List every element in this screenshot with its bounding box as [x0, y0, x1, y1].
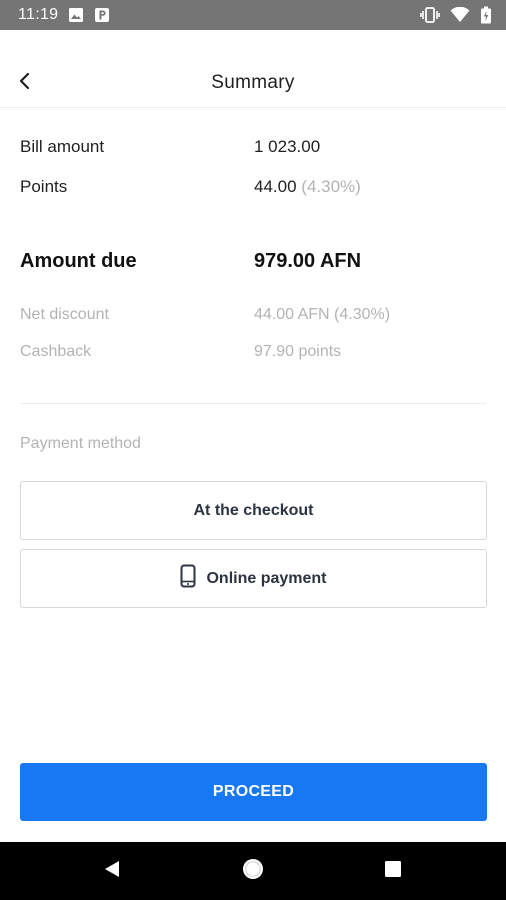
vibrate-icon	[420, 7, 440, 23]
parking-icon	[94, 7, 110, 23]
points-percent: (4.30%)	[301, 177, 361, 196]
amount-due-value: 979.00 AFN	[254, 250, 362, 272]
nav-recents-button[interactable]	[363, 842, 423, 900]
payment-method-label: Payment method	[20, 435, 141, 452]
back-triangle-icon	[102, 859, 122, 884]
status-bar: 11:19	[0, 0, 506, 30]
cashback-value: 97.90 points	[254, 343, 342, 360]
home-circle-icon	[241, 857, 265, 886]
online-payment-button[interactable]: Online payment	[20, 549, 487, 608]
wifi-icon	[450, 7, 470, 23]
page-title: Summary	[211, 72, 295, 93]
points-value-group: 44.00 (4.30%)	[254, 177, 361, 197]
status-left: 11:19	[18, 6, 110, 24]
smartphone-icon	[180, 564, 196, 593]
net-discount-label: Net discount	[20, 306, 109, 323]
status-time: 11:19	[18, 6, 59, 23]
online-payment-label: Online payment	[206, 569, 327, 587]
nav-home-button[interactable]	[223, 842, 283, 900]
cashback-label: Cashback	[20, 343, 92, 360]
nav-back-button[interactable]	[82, 842, 142, 900]
at-checkout-button[interactable]: At the checkout	[20, 481, 487, 540]
app-header: Summary	[0, 30, 506, 108]
recents-square-icon	[384, 860, 402, 883]
points-value: 44.00	[254, 177, 297, 196]
status-right	[420, 6, 492, 24]
bill-amount-label: Bill amount	[20, 137, 105, 156]
proceed-button[interactable]: PROCEED	[20, 763, 487, 821]
net-discount-value: 44.00 AFN (4.30%)	[254, 306, 391, 323]
points-label: Points	[20, 177, 68, 196]
system-nav-bar	[0, 842, 506, 900]
proceed-label: PROCEED	[212, 783, 295, 800]
image-icon	[68, 7, 84, 23]
amount-due-label: Amount due	[20, 250, 137, 272]
at-checkout-label: At the checkout	[193, 501, 314, 519]
battery-icon	[480, 6, 492, 24]
section-divider	[20, 403, 486, 404]
bill-amount-value: 1 023.00	[254, 137, 321, 156]
